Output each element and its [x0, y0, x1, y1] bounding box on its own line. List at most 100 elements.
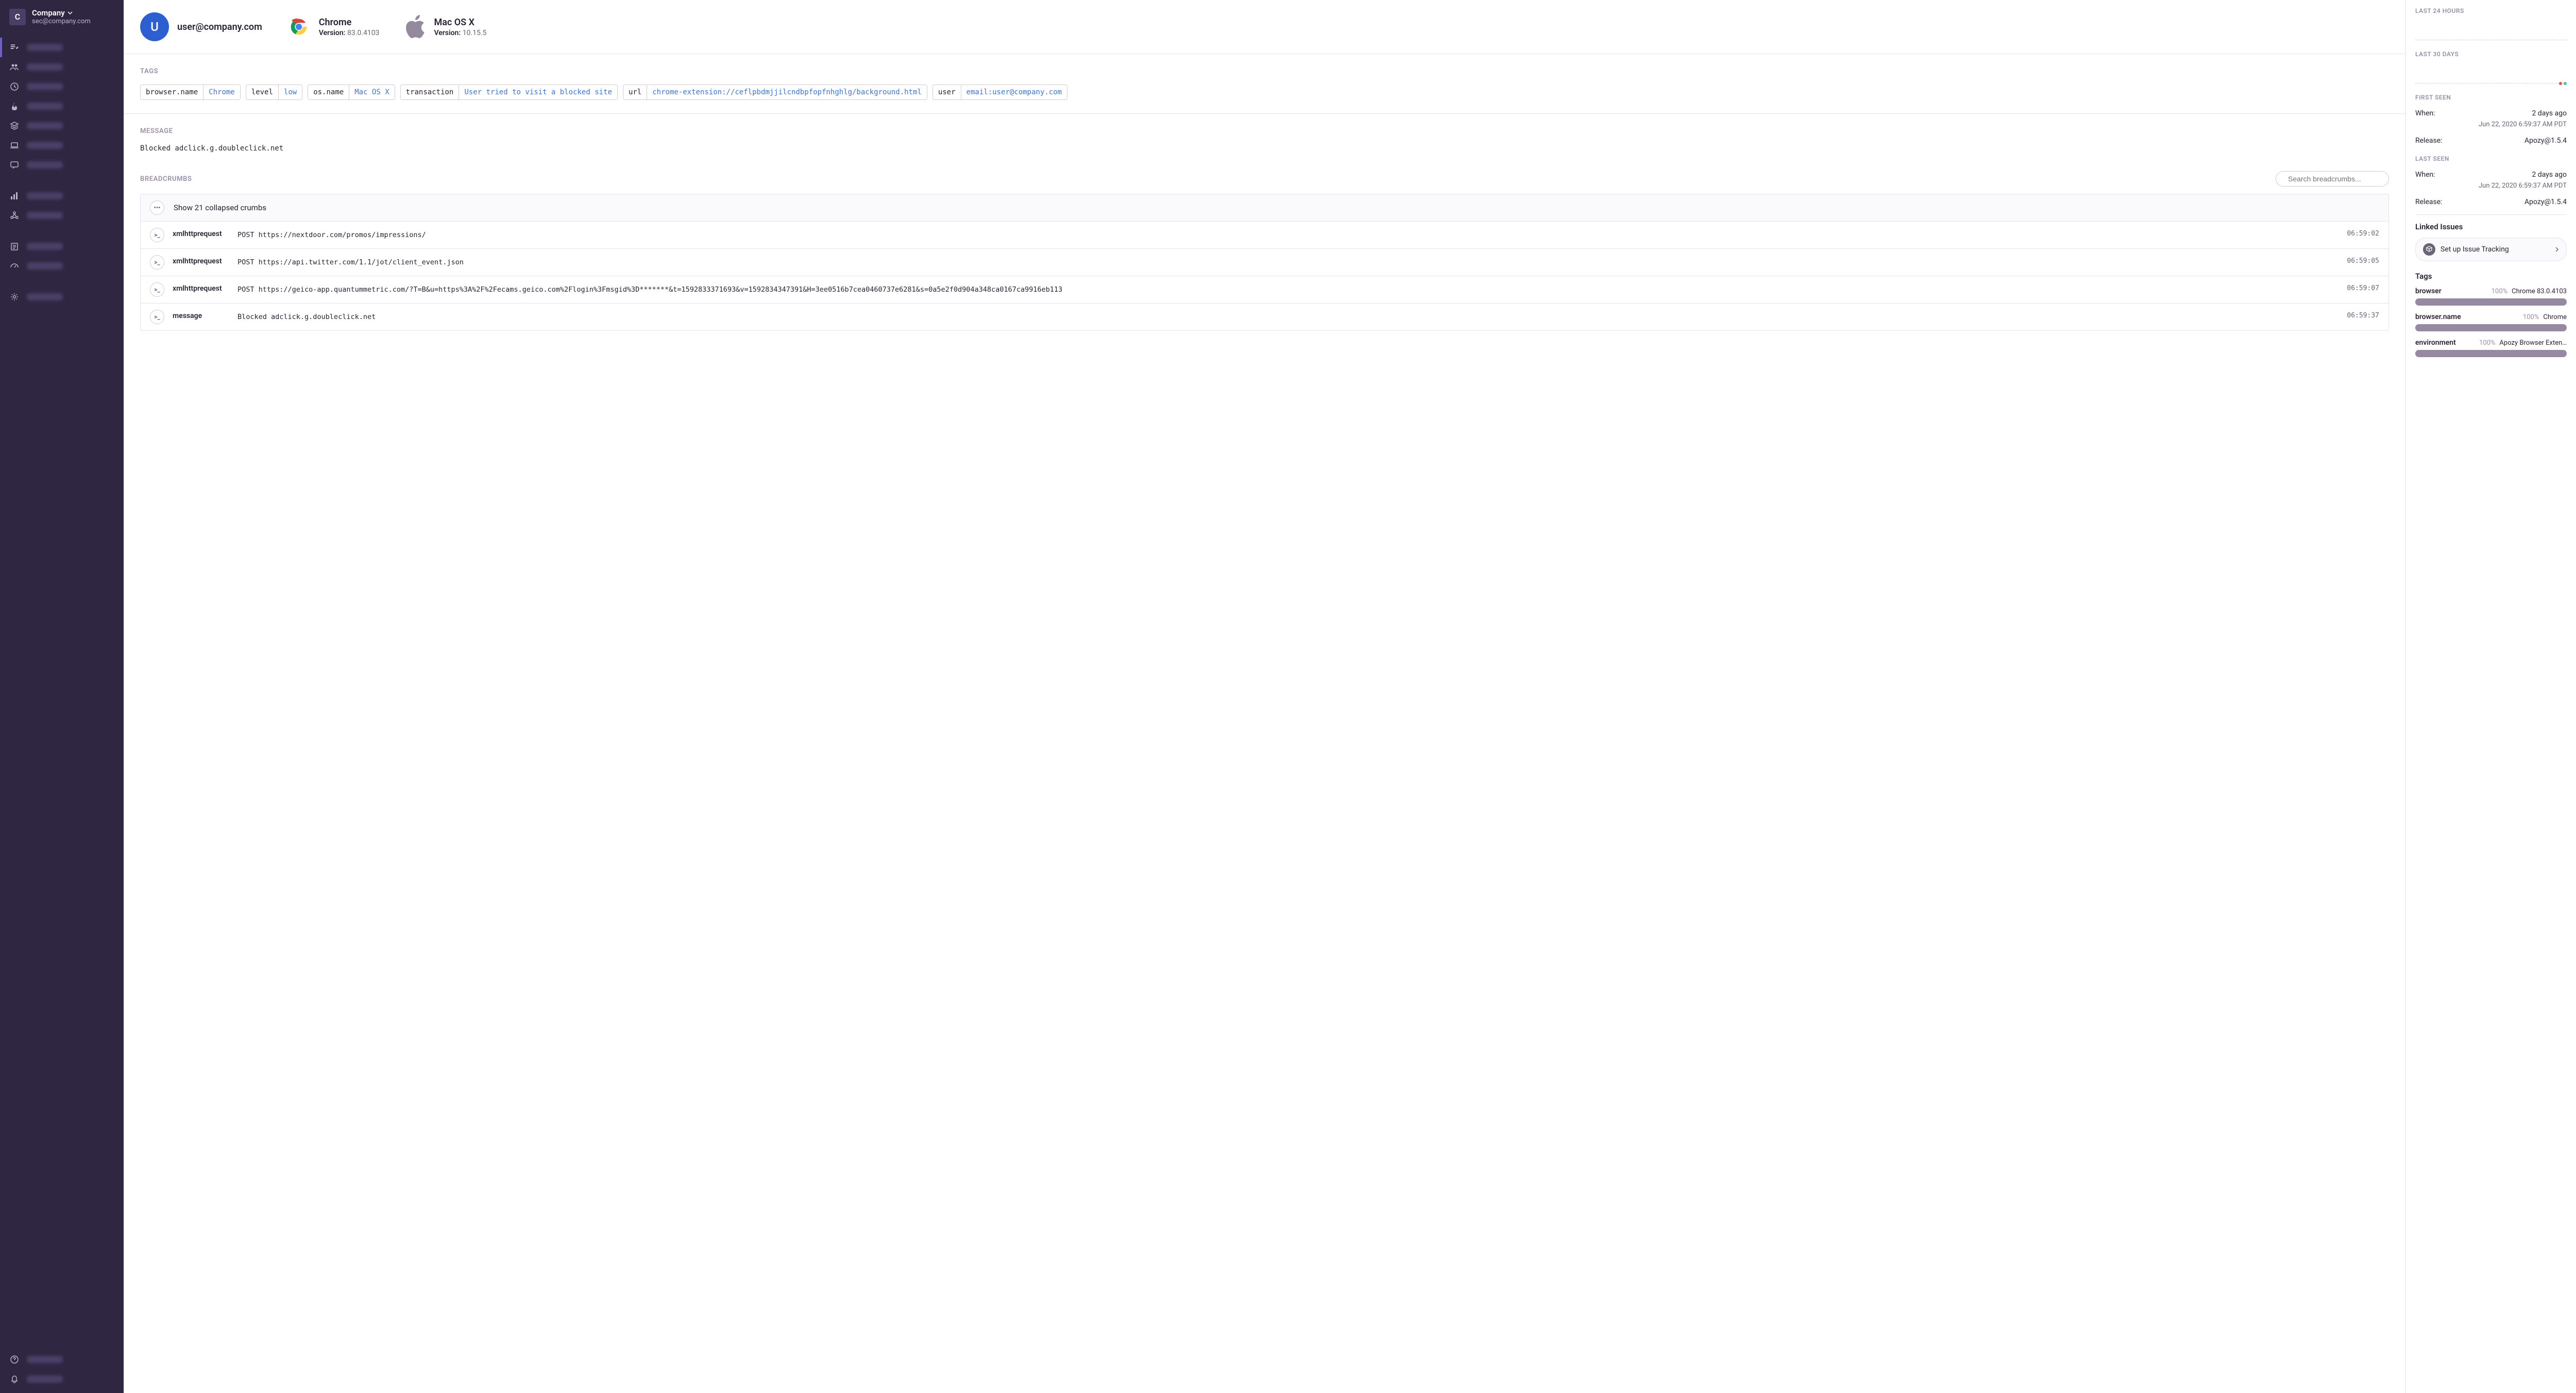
nav-item-help[interactable] — [0, 1350, 124, 1369]
terminal-icon: >_ — [150, 282, 164, 297]
tag-stat-name: browser — [2415, 287, 2487, 295]
tag-stat-row[interactable]: browser 100% Chrome 83.0.4103 — [2415, 287, 2567, 306]
tag-pill[interactable]: os.nameMac OS X — [308, 85, 395, 100]
os-version: 10.15.5 — [463, 29, 487, 37]
breadcrumbs-expand[interactable]: ••• Show 21 collapsed crumbs — [141, 194, 2388, 222]
org-avatar: C — [9, 9, 26, 25]
last30-label: LAST 30 DAYS — [2415, 51, 2567, 58]
clipboard-icon — [9, 241, 20, 251]
main-content: U user@company.com Chrome — [124, 0, 2406, 1393]
tag-key: transaction — [401, 85, 460, 99]
nav-label-blur — [27, 212, 63, 219]
last-seen-release[interactable]: Apozy@1.5.4 — [2524, 198, 2567, 206]
org-name: Company — [32, 8, 65, 18]
user-avatar: U — [140, 12, 169, 41]
nav-item[interactable] — [0, 206, 124, 225]
tag-value: chrome-extension://ceflpbdmjjilcndbpfopf… — [647, 85, 927, 99]
nav-label-blur — [27, 142, 63, 149]
tag-stat-pct: 100% — [2479, 339, 2495, 347]
terminal-icon: >_ — [150, 310, 164, 324]
tag-pill[interactable]: transactionUser tried to visit a blocked… — [400, 85, 618, 100]
help-icon — [9, 1354, 20, 1365]
section-title-tags: TAGS — [140, 68, 2389, 75]
terminal-icon: >_ — [150, 228, 164, 242]
breadcrumb-time: 06:59:37 — [2343, 310, 2379, 320]
nav-label-blur — [27, 262, 63, 270]
breadcrumbs-section: BREADCRUMBS ••• Show 21 collapsed crumbs… — [124, 158, 2405, 344]
nav-label-blur — [27, 192, 63, 199]
nav-item-alerts[interactable] — [0, 1369, 124, 1389]
nav-item[interactable] — [0, 155, 124, 175]
nav-label-blur — [27, 1356, 63, 1363]
org-switcher[interactable]: C Company sec@company.com — [0, 0, 124, 33]
tag-stat-bar — [2415, 298, 2567, 306]
breadcrumbs-table: ••• Show 21 collapsed crumbs >_ xmlhttpr… — [140, 194, 2389, 331]
last-seen-when: 2 days ago — [2532, 171, 2567, 179]
event-header: U user@company.com Chrome — [124, 0, 2405, 54]
browser-name: Chrome — [319, 17, 380, 28]
tag-pill[interactable]: urlchrome-extension://ceflpbdmjjilcndbpf… — [623, 85, 927, 100]
last24-label: LAST 24 HOURS — [2415, 7, 2567, 14]
tag-pill[interactable]: useremail:user@company.com — [933, 85, 1067, 100]
gauge-icon — [9, 261, 20, 271]
breadcrumb-row[interactable]: >_ xmlhttprequest POST https://nextdoor.… — [141, 222, 2388, 249]
nav-item[interactable] — [0, 136, 124, 155]
first-seen-when-label: When: — [2415, 109, 2435, 118]
fire-icon — [9, 101, 20, 111]
breadcrumb-time: 06:59:07 — [2343, 282, 2379, 292]
nav-item-issues[interactable] — [0, 38, 124, 57]
people-icon — [9, 62, 20, 72]
tag-stat-value: Chrome — [2543, 313, 2567, 321]
tag-value: email:user@company.com — [961, 85, 1067, 99]
tag-key: browser.name — [141, 85, 204, 99]
laptop-icon — [9, 140, 20, 150]
bars-icon — [9, 191, 20, 201]
search-icon — [2283, 175, 2284, 182]
breadcrumb-category: xmlhttprequest — [173, 255, 229, 265]
linked-issues-heading: Linked Issues — [2415, 222, 2567, 231]
tag-stat-row[interactable]: environment 100% Apozy Browser Exten… — [2415, 339, 2567, 357]
last-seen-when-label: When: — [2415, 171, 2435, 179]
tag-key: url — [623, 85, 647, 99]
first-seen-release[interactable]: Apozy@1.5.4 — [2524, 137, 2567, 145]
nav-label-blur — [27, 293, 63, 300]
breadcrumb-row[interactable]: >_ xmlhttprequest POST https://api.twitt… — [141, 249, 2388, 276]
chat-icon — [9, 160, 20, 170]
bell-icon — [9, 1374, 20, 1384]
last-seen-label: LAST SEEN — [2415, 155, 2567, 162]
tags-section: TAGS browser.nameChrome levellow os.nameMa… — [124, 54, 2405, 114]
tag-pill[interactable]: levellow — [246, 85, 302, 100]
user-email: user@company.com — [177, 22, 262, 32]
last-seen-timestamp: Jun 22, 2020 6:59:37 AM PDT — [2415, 182, 2567, 190]
first-seen-when: 2 days ago — [2532, 109, 2567, 118]
breadcrumb-row[interactable]: >_ xmlhttprequest POST https://geico-app… — [141, 276, 2388, 304]
last24-chart — [2415, 20, 2567, 40]
breadcrumb-row[interactable]: >_ message Blocked adclick.g.doubleclick… — [141, 304, 2388, 330]
tag-key: level — [246, 85, 279, 99]
nav-item[interactable] — [0, 287, 124, 307]
nav-item[interactable] — [0, 77, 124, 96]
setup-issue-tracking-button[interactable]: Set up Issue Tracking — [2415, 238, 2567, 261]
breadcrumb-time: 06:59:02 — [2343, 228, 2379, 238]
nav-item[interactable] — [0, 57, 124, 77]
tag-stat-name: environment — [2415, 339, 2475, 347]
tag-key: os.name — [308, 85, 349, 99]
nav-label-blur — [27, 1375, 63, 1383]
breadcrumb-category: xmlhttprequest — [173, 282, 229, 293]
nav-item[interactable] — [0, 116, 124, 136]
section-title-message: MESSAGE — [140, 127, 2389, 135]
browser-version: 83.0.4103 — [347, 29, 379, 37]
tag-stat-row[interactable]: browser.name 100% Chrome — [2415, 313, 2567, 331]
breadcrumbs-search[interactable] — [2276, 171, 2389, 187]
tag-stat-value: Chrome 83.0.4103 — [2512, 288, 2567, 295]
nav-label-blur — [27, 83, 63, 90]
nav-item[interactable] — [0, 237, 124, 256]
breadcrumbs-search-input[interactable] — [2288, 175, 2381, 183]
nav-item[interactable] — [0, 256, 124, 276]
nav-label-blur — [27, 103, 63, 110]
message-section: MESSAGE Blocked adclick.g.doubleclick.ne… — [124, 114, 2405, 158]
nav-item[interactable] — [0, 186, 124, 206]
tag-pill[interactable]: browser.nameChrome — [140, 85, 241, 100]
nav-item[interactable] — [0, 96, 124, 116]
nav-label-blur — [27, 243, 63, 250]
